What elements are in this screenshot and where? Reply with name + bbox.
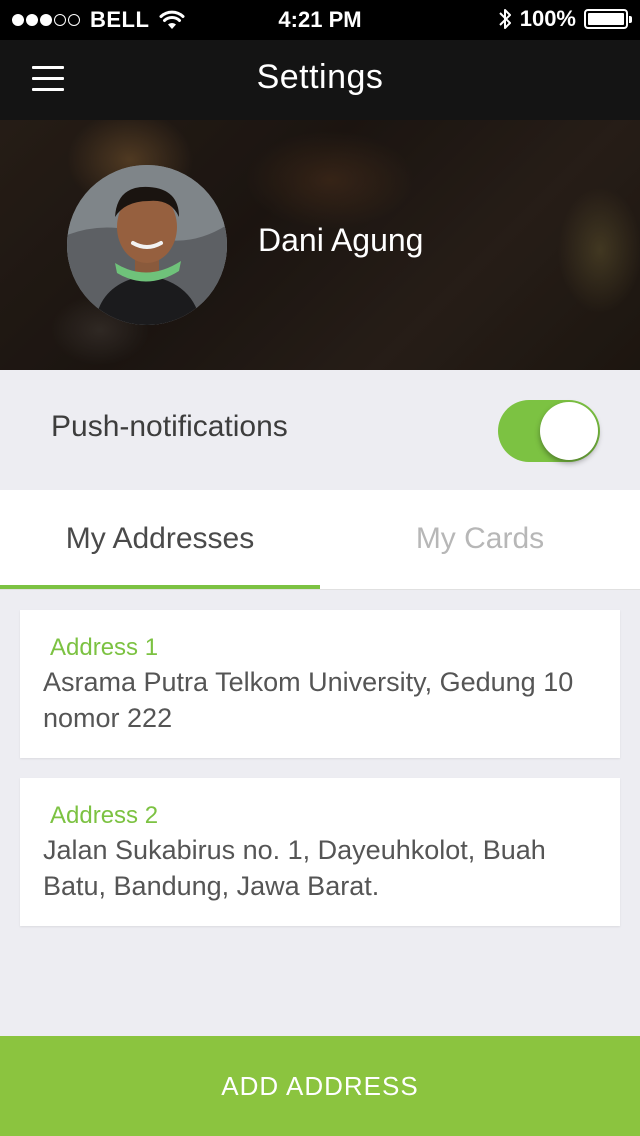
address-text: Jalan Sukabirus no. 1, Dayeuhkolot, Buah… bbox=[43, 835, 546, 901]
page-title: Settings bbox=[256, 58, 384, 96]
address-text: Asrama Putra Telkom University, Gedung 1… bbox=[43, 667, 574, 733]
tab-label: My Cards bbox=[415, 522, 545, 555]
profile-header: Dani Agung bbox=[0, 120, 640, 370]
push-notifications-row: Push-notifications bbox=[0, 370, 640, 490]
push-notifications-label: Push-notifications bbox=[51, 410, 288, 443]
tab-my-addresses[interactable]: My Addresses bbox=[0, 490, 320, 590]
address-card[interactable]: Address 1 Asrama Putra Telkom University… bbox=[20, 610, 620, 758]
profile-name: Dani Agung bbox=[258, 222, 424, 258]
profile-photo bbox=[67, 165, 227, 325]
battery-icon bbox=[584, 9, 632, 29]
bluetooth-icon bbox=[499, 9, 511, 29]
avatar[interactable] bbox=[67, 165, 227, 325]
battery-tip bbox=[629, 16, 632, 23]
tab-bar: My Addresses My Cards bbox=[0, 490, 640, 590]
divider bbox=[0, 589, 640, 590]
status-right: 100% bbox=[498, 6, 632, 32]
push-notifications-toggle[interactable] bbox=[498, 400, 600, 462]
address-title: Address 1 bbox=[50, 634, 159, 661]
toggle-knob bbox=[540, 402, 598, 460]
tab-label: My Addresses bbox=[65, 522, 255, 555]
battery-fill bbox=[588, 13, 624, 25]
status-bar: BELL 4:21 PM 100% bbox=[0, 0, 640, 40]
nav-bar: Settings bbox=[0, 40, 640, 120]
battery-percent: 100% bbox=[519, 6, 576, 31]
address-title: Address 2 bbox=[50, 802, 159, 829]
tab-my-cards[interactable]: My Cards bbox=[320, 490, 640, 590]
add-address-button[interactable]: ADD ADDRESS bbox=[0, 1036, 640, 1136]
address-card[interactable]: Address 2 Jalan Sukabirus no. 1, Dayeuhk… bbox=[20, 778, 620, 926]
